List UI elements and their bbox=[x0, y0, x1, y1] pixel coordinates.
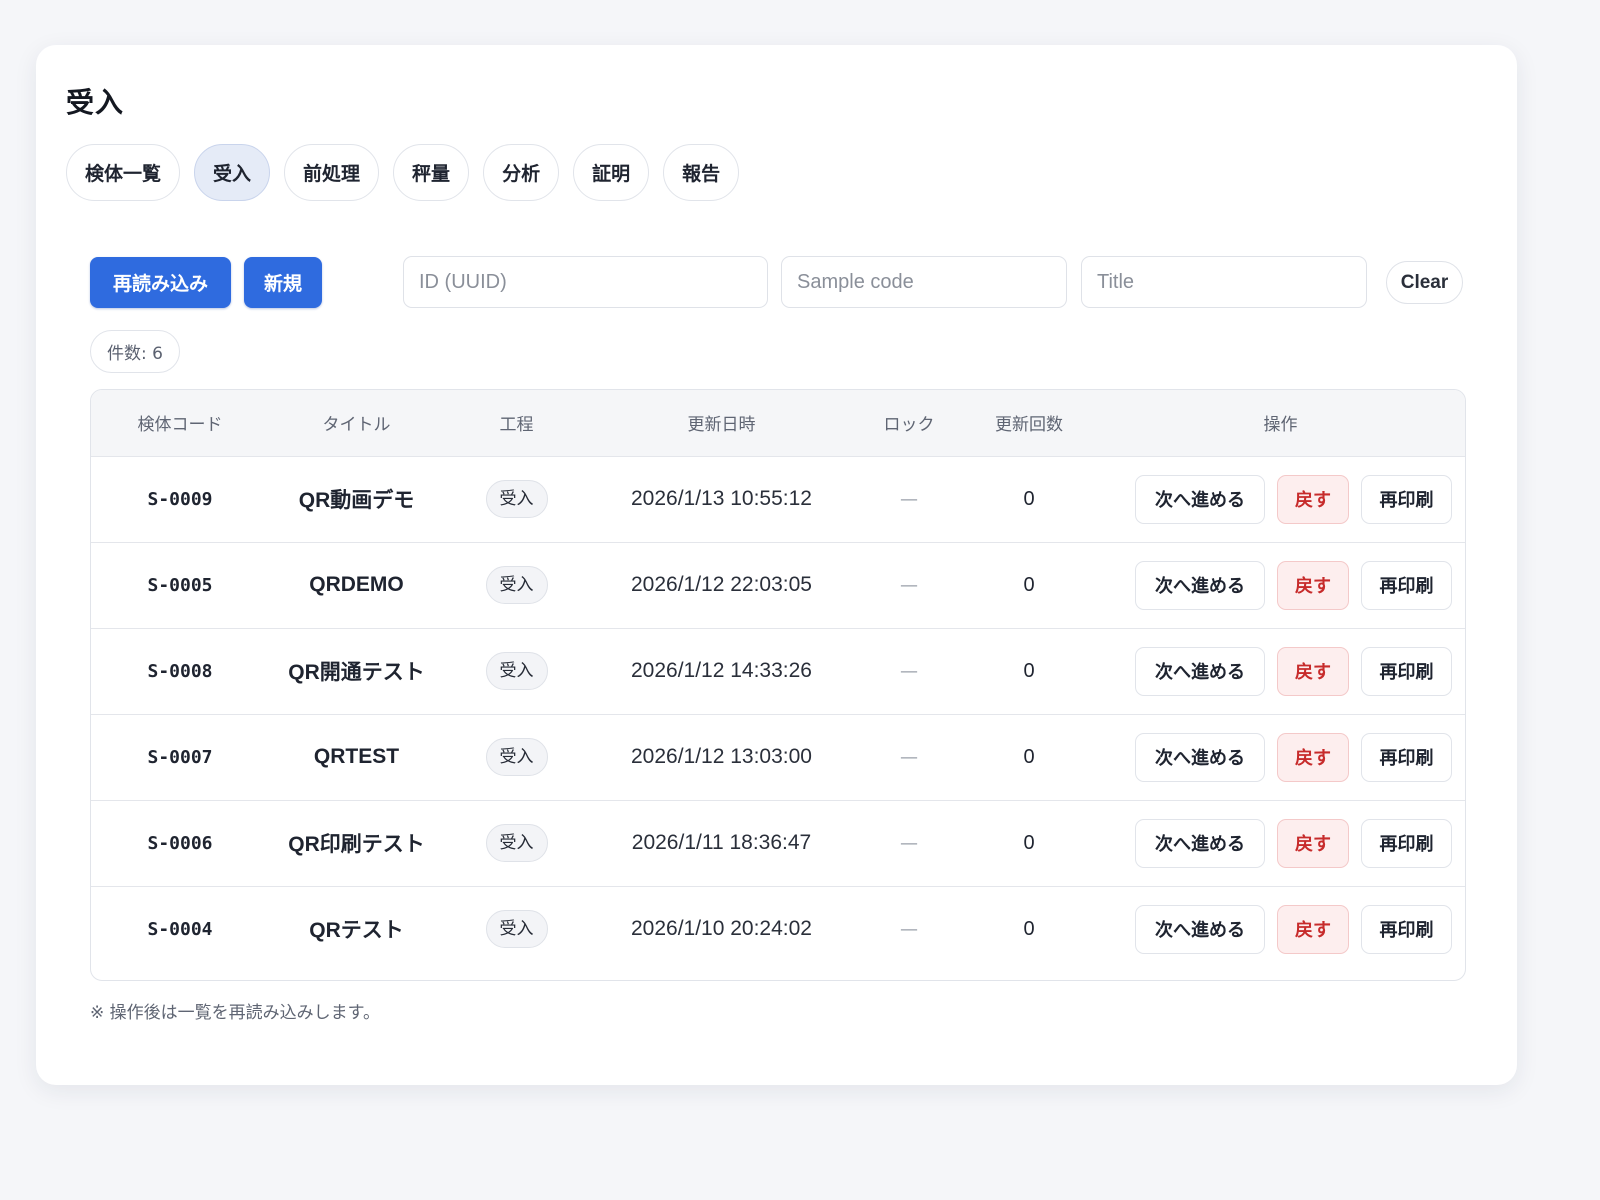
reprint-button[interactable]: 再印刷 bbox=[1361, 818, 1452, 868]
row-actions: 次へ進める 戻す 再印刷 bbox=[1094, 474, 1465, 524]
lock-status: — bbox=[854, 800, 964, 887]
tab-certification[interactable]: 証明 bbox=[573, 144, 650, 201]
header-lock: ロック bbox=[854, 390, 964, 457]
sample-title: QR開通テスト bbox=[269, 628, 444, 715]
sample-code: S-0009 bbox=[91, 456, 269, 543]
tab-sample-list[interactable]: 検体一覧 bbox=[66, 144, 181, 201]
sample-code: S-0008 bbox=[91, 628, 269, 715]
tab-report[interactable]: 報告 bbox=[663, 144, 740, 201]
sample-title: QR動画デモ bbox=[269, 456, 444, 543]
updated-at: 2026/1/10 20:24:02 bbox=[630, 917, 812, 941]
lock-status: — bbox=[854, 542, 964, 629]
revision-count: 0 bbox=[964, 542, 1094, 629]
process-badge: 受入 bbox=[485, 566, 548, 604]
title-search-input[interactable] bbox=[1081, 256, 1367, 308]
sample-title: QRDEMO bbox=[269, 542, 444, 629]
header-updated: 更新日時 bbox=[589, 390, 854, 457]
row-actions: 次へ進める 戻す 再印刷 bbox=[1094, 818, 1465, 868]
header-ops: 操作 bbox=[1094, 390, 1465, 457]
table-row: S-0009 QR動画デモ 受入 2026/1/13 10:55:12 — 0 … bbox=[91, 456, 1465, 543]
reprint-button[interactable]: 再印刷 bbox=[1361, 904, 1452, 954]
sample-code: S-0007 bbox=[91, 714, 269, 801]
revert-button[interactable]: 戻す bbox=[1277, 904, 1349, 954]
main-card: 受入 検体一覧 受入 前処理 秤量 分析 証明 報告 再読み込み 新規 Clea… bbox=[36, 45, 1517, 1085]
row-actions: 次へ進める 戻す 再印刷 bbox=[1094, 732, 1465, 782]
revision-count: 0 bbox=[964, 628, 1094, 715]
sample-code-search-input[interactable] bbox=[781, 256, 1067, 308]
revision-count: 0 bbox=[964, 800, 1094, 887]
process-badge: 受入 bbox=[485, 738, 548, 776]
updated-at: 2026/1/11 18:36:47 bbox=[589, 800, 854, 887]
process-badge: 受入 bbox=[485, 652, 548, 690]
revision-count: 0 bbox=[964, 714, 1094, 801]
lock-status: — bbox=[854, 714, 964, 801]
reprint-button[interactable]: 再印刷 bbox=[1361, 560, 1452, 610]
revert-button[interactable]: 戻す bbox=[1277, 474, 1349, 524]
new-button[interactable]: 新規 bbox=[244, 257, 322, 308]
process-tabs: 検体一覧 受入 前処理 秤量 分析 証明 報告 bbox=[66, 144, 740, 201]
table-row: S-0007 QRTEST 受入 2026/1/12 13:03:00 — 0 … bbox=[91, 714, 1465, 801]
samples-table: 検体コード タイトル 工程 更新日時 ロック 更新回数 操作 S-0009 QR… bbox=[90, 389, 1466, 981]
sample-title: QRTEST bbox=[269, 714, 444, 801]
header-title: タイトル bbox=[269, 390, 444, 457]
reload-button[interactable]: 再読み込み bbox=[90, 257, 231, 308]
table-row: S-0004 QRテスト 受入 2026/1/10 20:24:02 — 0 次… bbox=[91, 886, 1465, 972]
process-badge: 受入 bbox=[485, 910, 548, 949]
updated-at: 2026/1/12 14:33:26 bbox=[589, 628, 854, 715]
sample-code: S-0006 bbox=[91, 800, 269, 887]
tab-analysis[interactable]: 分析 bbox=[483, 144, 560, 201]
revision-count: 0 bbox=[964, 456, 1094, 543]
next-step-button[interactable]: 次へ進める bbox=[1135, 904, 1265, 954]
updated-at: 2026/1/12 22:03:05 bbox=[589, 542, 854, 629]
revert-button[interactable]: 戻す bbox=[1277, 560, 1349, 610]
toolbar: 再読み込み 新規 Clear bbox=[90, 256, 1474, 308]
lock-status: — bbox=[854, 456, 964, 543]
sample-title: QRテスト bbox=[309, 919, 404, 943]
table-row: S-0005 QRDEMO 受入 2026/1/12 22:03:05 — 0 … bbox=[91, 542, 1465, 629]
tab-receiving[interactable]: 受入 bbox=[194, 144, 271, 201]
updated-at: 2026/1/13 10:55:12 bbox=[589, 456, 854, 543]
table-row: S-0008 QR開通テスト 受入 2026/1/12 14:33:26 — 0… bbox=[91, 628, 1465, 715]
updated-at: 2026/1/12 13:03:00 bbox=[589, 714, 854, 801]
reprint-button[interactable]: 再印刷 bbox=[1361, 732, 1452, 782]
count-badge: 件数: 6 bbox=[90, 330, 180, 373]
revert-button[interactable]: 戻す bbox=[1277, 646, 1349, 696]
lock-status: — bbox=[900, 918, 918, 940]
header-revisions: 更新回数 bbox=[964, 390, 1094, 457]
footnote: ※ 操作後は一覧を再読み込みします。 bbox=[90, 1003, 380, 1023]
reprint-button[interactable]: 再印刷 bbox=[1361, 474, 1452, 524]
revert-button[interactable]: 戻す bbox=[1277, 732, 1349, 782]
next-step-button[interactable]: 次へ進める bbox=[1135, 560, 1265, 610]
sample-code: S-0004 bbox=[147, 918, 213, 940]
revert-button[interactable]: 戻す bbox=[1277, 818, 1349, 868]
next-step-button[interactable]: 次へ進める bbox=[1135, 818, 1265, 868]
clear-button[interactable]: Clear bbox=[1386, 261, 1463, 304]
header-process: 工程 bbox=[444, 390, 589, 457]
page-title: 受入 bbox=[66, 86, 125, 119]
next-step-button[interactable]: 次へ進める bbox=[1135, 474, 1265, 524]
process-badge: 受入 bbox=[485, 480, 548, 518]
row-actions: 次へ進める 戻す 再印刷 bbox=[1094, 646, 1465, 696]
row-actions: 次へ進める 戻す 再印刷 bbox=[1094, 904, 1465, 954]
lock-status: — bbox=[854, 628, 964, 715]
revision-count: 0 bbox=[1023, 917, 1035, 940]
id-search-input[interactable] bbox=[403, 256, 768, 308]
table-header-row: 検体コード タイトル 工程 更新日時 ロック 更新回数 操作 bbox=[91, 390, 1465, 457]
tab-weighing[interactable]: 秤量 bbox=[393, 144, 470, 201]
reprint-button[interactable]: 再印刷 bbox=[1361, 646, 1452, 696]
next-step-button[interactable]: 次へ進める bbox=[1135, 646, 1265, 696]
tab-pretreatment[interactable]: 前処理 bbox=[284, 144, 380, 201]
process-badge: 受入 bbox=[485, 824, 548, 862]
sample-code: S-0005 bbox=[91, 542, 269, 629]
row-actions: 次へ進める 戻す 再印刷 bbox=[1094, 560, 1465, 610]
table-row: S-0006 QR印刷テスト 受入 2026/1/11 18:36:47 — 0… bbox=[91, 800, 1465, 887]
header-code: 検体コード bbox=[91, 390, 269, 457]
sample-title: QR印刷テスト bbox=[269, 800, 444, 887]
next-step-button[interactable]: 次へ進める bbox=[1135, 732, 1265, 782]
